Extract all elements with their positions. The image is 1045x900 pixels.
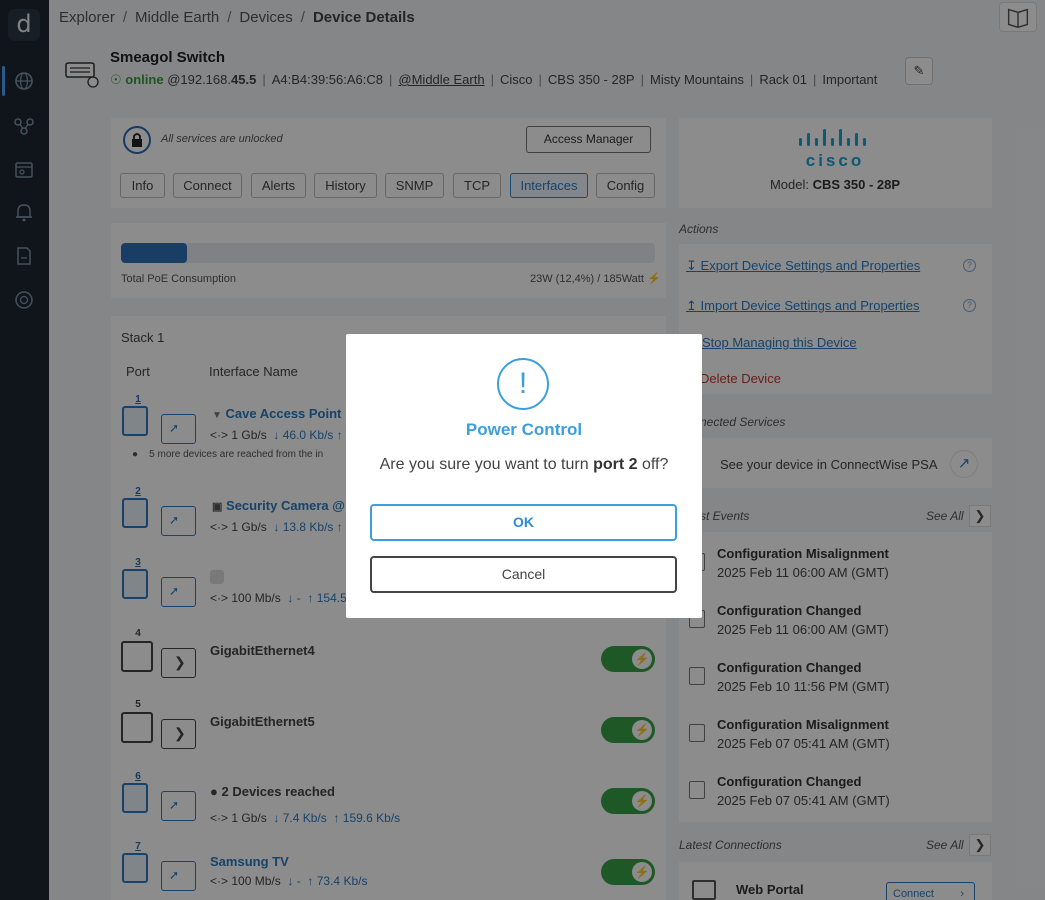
cancel-button[interactable]: Cancel [370,556,677,593]
dialog-message: Are you sure you want to turn port 2 off… [379,456,669,473]
dialog-title: Power Control [465,420,583,439]
power-control-dialog: ! Power Control Are you sure you want to… [346,334,702,618]
ok-button[interactable]: OK [370,504,677,541]
exclamation-icon: ! [497,358,549,410]
